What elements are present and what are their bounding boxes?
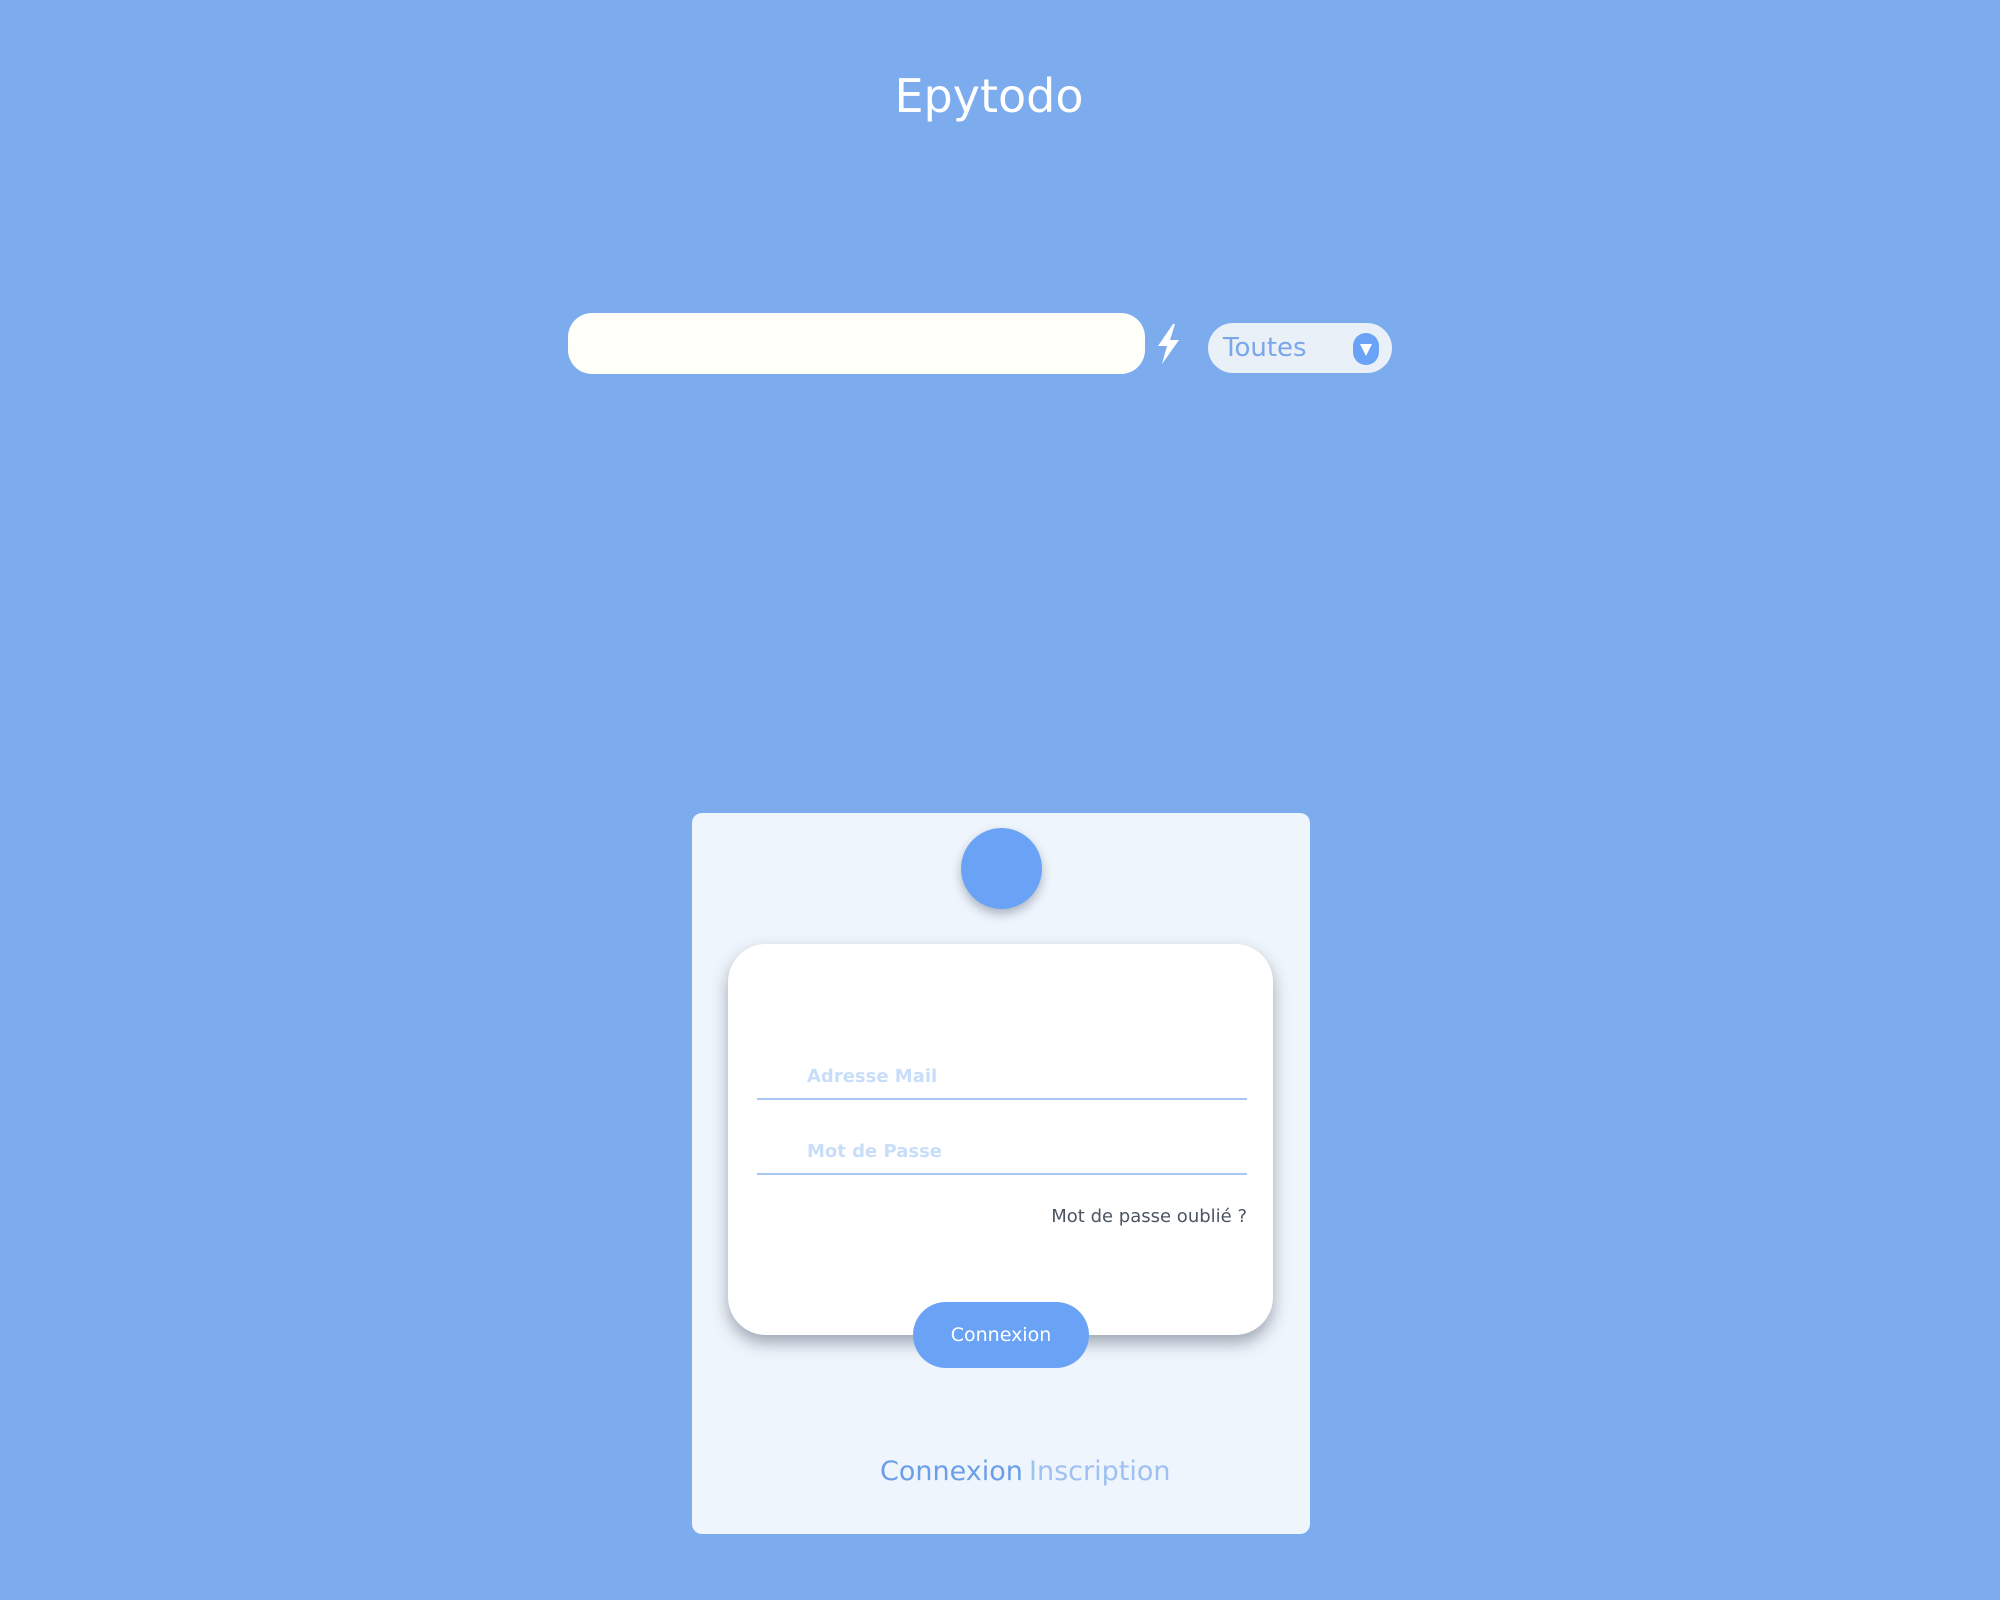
email-input[interactable] [757,1054,1247,1098]
password-input[interactable] [757,1129,1247,1173]
password-field[interactable] [757,1129,1247,1175]
filter-selected-value: Toutes [1223,333,1307,363]
chevron-down-icon[interactable] [1352,332,1380,366]
login-button[interactable]: Connexion [913,1302,1089,1368]
lightning-bolt-icon[interactable] [1150,322,1186,366]
forgot-password-link[interactable]: Mot de passe oublié ? [900,1203,1247,1231]
filter-select[interactable]: Toutes [1208,323,1392,373]
tab-inscription[interactable]: Inscription [1029,1452,1170,1492]
app-title: Epytodo [894,69,1084,123]
search-bar[interactable] [568,313,1145,374]
avatar [961,828,1042,909]
tab-connexion[interactable]: Connexion [880,1452,1023,1492]
search-input[interactable] [568,313,1145,374]
email-field[interactable] [757,1054,1247,1100]
